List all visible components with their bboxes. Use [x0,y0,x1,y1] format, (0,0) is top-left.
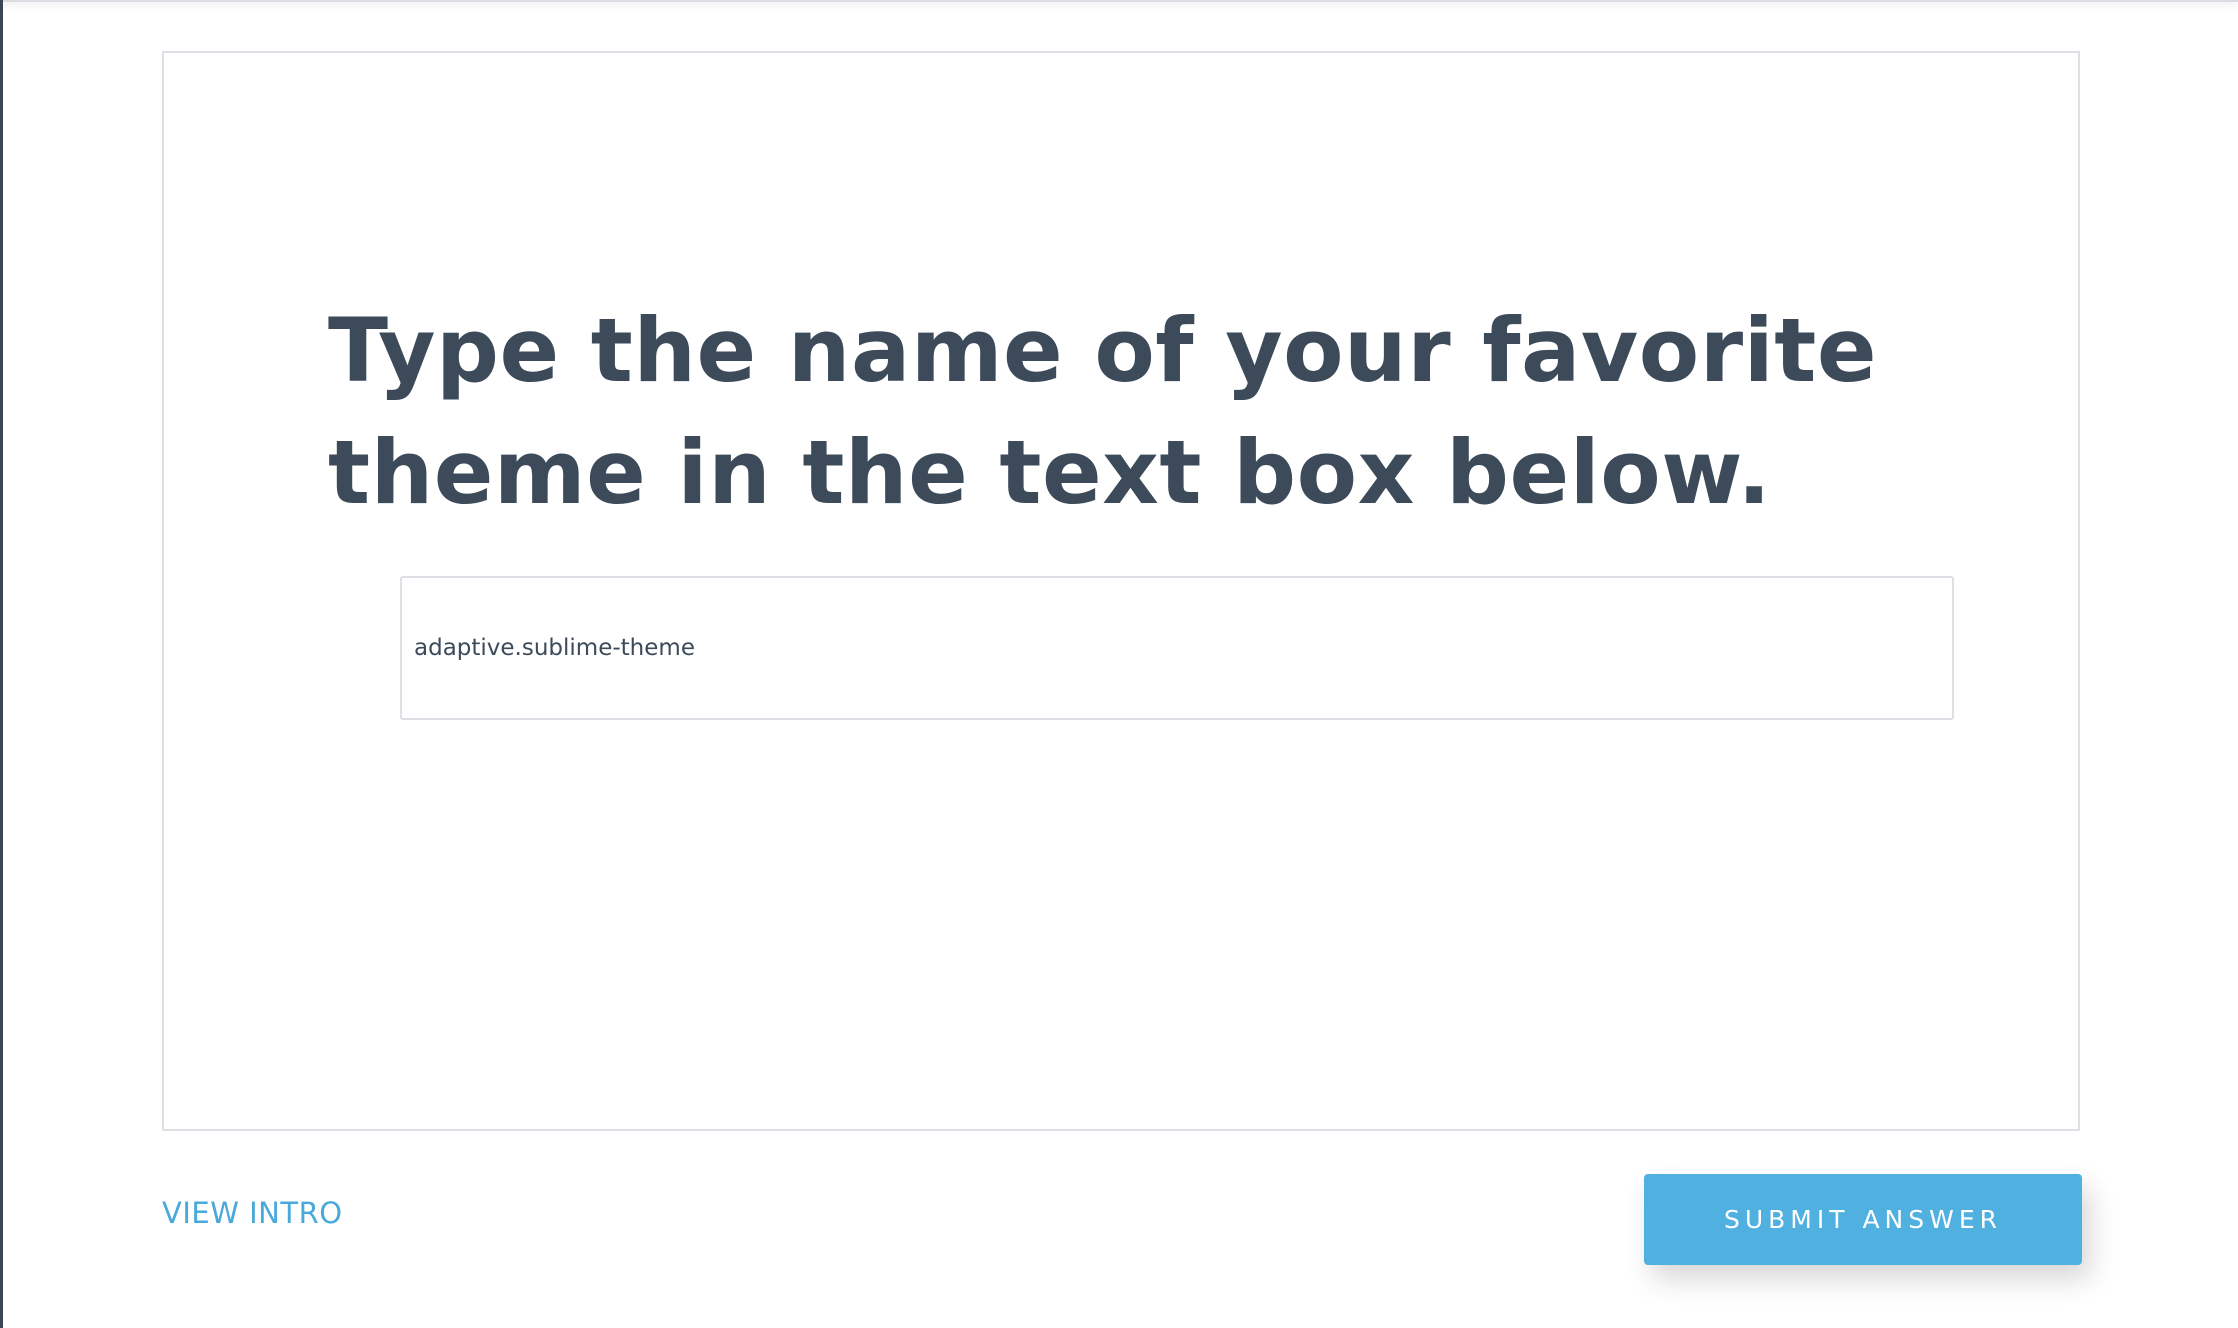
left-window-edge [0,0,3,1328]
top-bar-shadow [0,0,2238,2]
question-title: Type the name of your favorite theme in … [328,299,1878,524]
answer-input[interactable] [400,576,1954,720]
view-intro-link[interactable]: VIEW INTRO [162,1196,343,1230]
submit-answer-button[interactable]: SUBMIT ANSWER [1644,1174,2082,1265]
